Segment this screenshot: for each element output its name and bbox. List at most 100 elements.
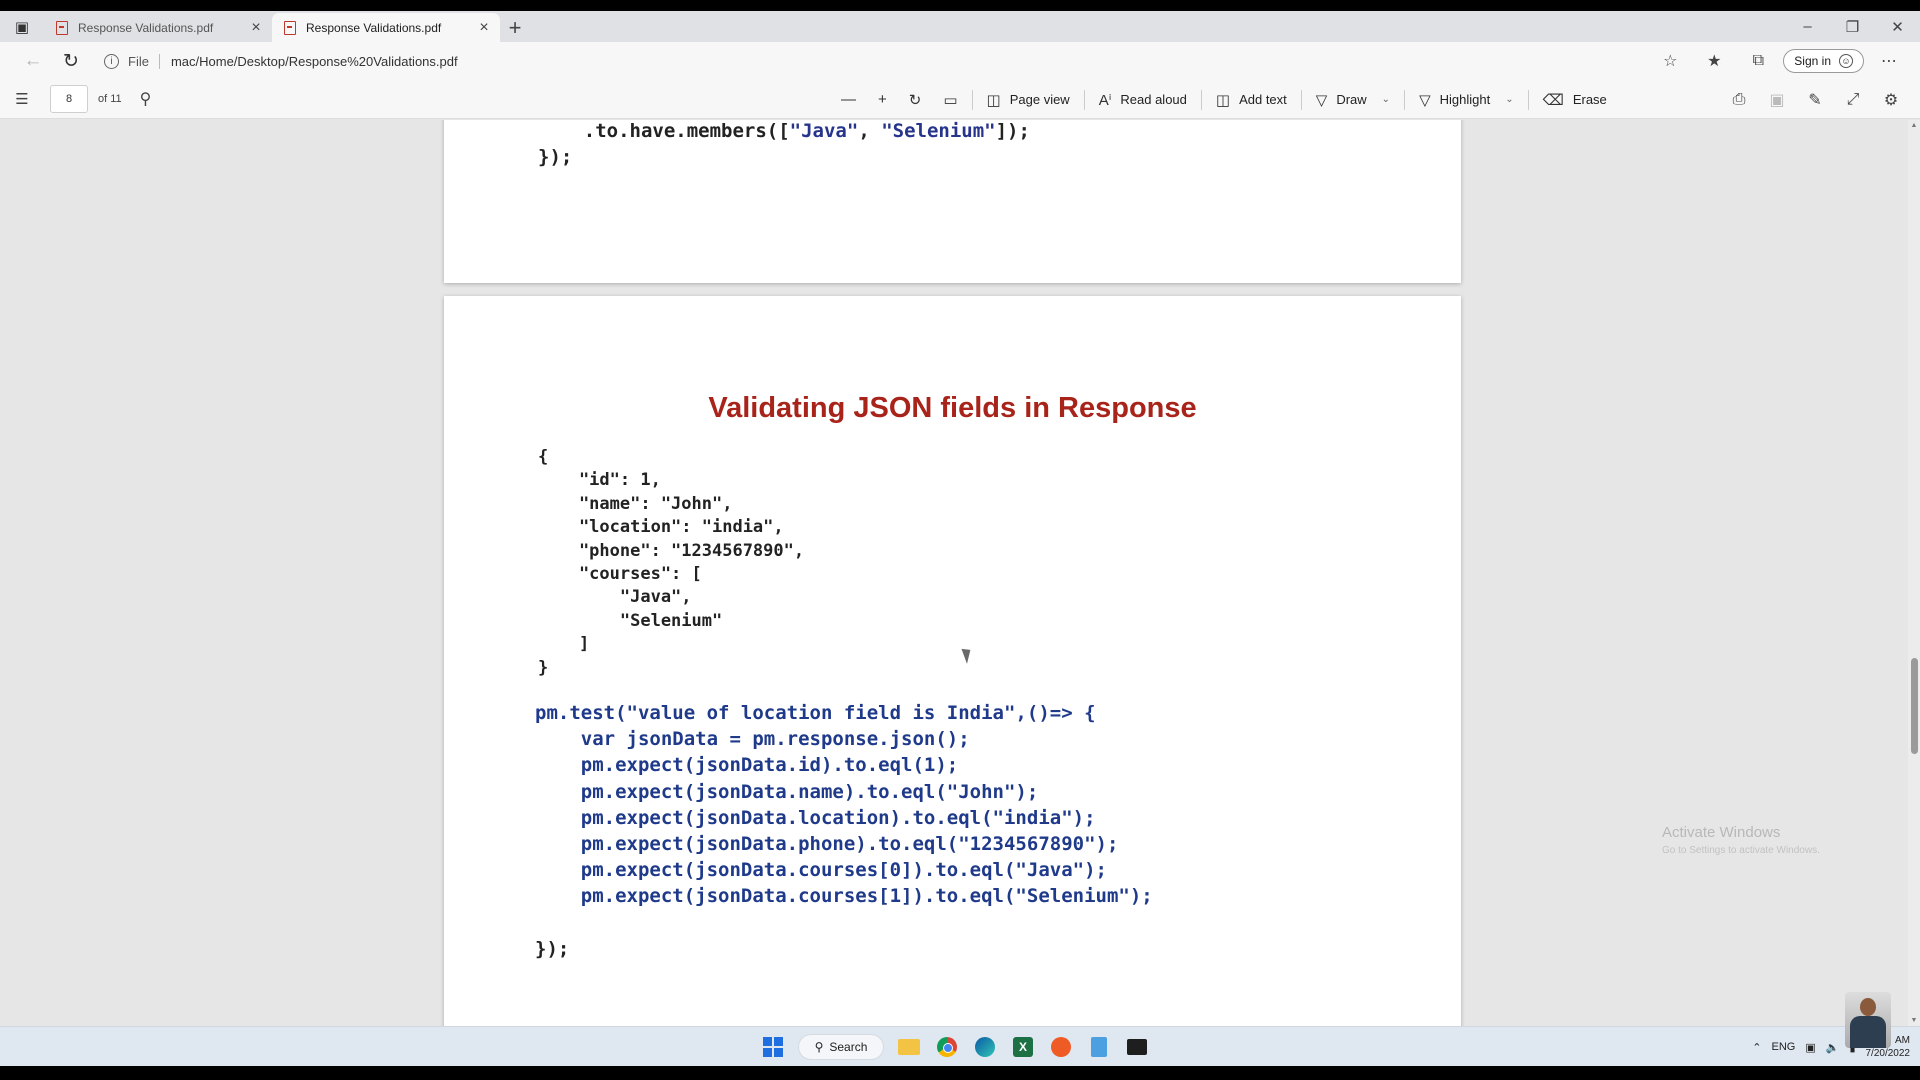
refresh-icon[interactable]: ↻ <box>52 46 90 76</box>
code-line: }); <box>538 146 573 168</box>
new-tab-icon[interactable]: + <box>500 13 530 42</box>
network-icon[interactable]: ▣ <box>1805 1041 1815 1054</box>
volume-icon[interactable]: 🔈 <box>1826 1041 1840 1054</box>
terminal-icon <box>1127 1039 1147 1055</box>
read-aloud-icon: Aⁱ <box>1098 91 1112 109</box>
add-text-button[interactable]: ◫ Add text <box>1205 80 1298 119</box>
page-number-input[interactable]: 8 <box>50 85 88 113</box>
json-line: "phone": "1234567890", <box>538 540 805 561</box>
test-line: pm.expect(jsonData.courses[1]).to.eql("S… <box>535 885 1153 908</box>
scroll-down-icon[interactable]: ▼ <box>1908 1017 1920 1024</box>
zoom-out-button[interactable]: — <box>830 80 867 119</box>
more-menu-icon[interactable]: ⋯ <box>1870 51 1908 71</box>
close-window-icon[interactable]: ✕ <box>1875 18 1920 36</box>
start-button[interactable] <box>760 1034 786 1060</box>
favorites-icon[interactable]: ★ <box>1695 51 1733 71</box>
info-icon[interactable]: i <box>104 53 119 69</box>
file-explorer-button[interactable] <box>896 1034 922 1060</box>
tab-pdf-2[interactable]: Response Validations.pdf × <box>272 13 500 42</box>
erase-button[interactable]: ⌫ Erase <box>1532 80 1618 119</box>
back-icon[interactable]: ← <box>14 46 52 76</box>
close-tab-icon[interactable]: × <box>248 19 264 37</box>
chevron-down-icon[interactable]: ⌄ <box>1505 94 1513 105</box>
tab-label: Response Validations.pdf <box>306 20 442 35</box>
read-aloud-button[interactable]: Aⁱ Read aloud <box>1088 80 1198 119</box>
fit-page-button[interactable]: ▭ <box>932 80 968 119</box>
page-view-button[interactable]: ◫ Page view <box>976 80 1081 119</box>
profile-icon: ☺ <box>1839 54 1853 68</box>
scrollbar-thumb[interactable] <box>1911 658 1918 754</box>
minimize-icon[interactable]: – <box>1785 18 1830 35</box>
save-icon[interactable]: ▣ <box>1758 90 1796 110</box>
save-as-icon[interactable]: ✎ <box>1796 90 1834 110</box>
fullscreen-icon[interactable]: ⤢ <box>1834 91 1872 109</box>
sign-in-button[interactable]: Sign in ☺ <box>1783 49 1864 73</box>
json-line: "courses": [ <box>538 564 702 585</box>
bottom-letterbox <box>0 1066 1920 1080</box>
test-line: pm.expect(jsonData.location).to.eql("ind… <box>535 806 1096 829</box>
settings-icon[interactable]: ⚙ <box>1872 90 1910 110</box>
vertical-scrollbar[interactable]: ▲ ▼ <box>1908 120 1920 1026</box>
edge-button[interactable] <box>972 1034 998 1060</box>
table-of-contents-icon[interactable]: ☰ <box>0 90 44 108</box>
file-chip: File <box>128 53 160 69</box>
json-code-block: { "id": 1, "name": "John", "location": "… <box>538 446 804 680</box>
clock-time: AM <box>1895 1035 1910 1046</box>
restore-icon[interactable]: ❐ <box>1830 18 1875 36</box>
highlight-icon: ▽ <box>1419 91 1431 109</box>
json-line: ] <box>538 634 590 655</box>
postman-button[interactable] <box>1048 1034 1074 1060</box>
rotate-button[interactable]: ↻ <box>898 80 933 119</box>
test-line: pm.expect(jsonData.name).to.eql("John"); <box>535 780 1039 803</box>
page-view-icon: ◫ <box>986 91 1001 109</box>
language-indicator[interactable]: ENG <box>1771 1041 1795 1053</box>
add-favorite-icon[interactable]: ☆ <box>1651 51 1689 71</box>
terminal-button[interactable] <box>1124 1034 1150 1060</box>
divider <box>1527 89 1529 110</box>
draw-button[interactable]: ▽ Draw ⌄ <box>1305 80 1401 119</box>
windows-logo-icon <box>763 1037 783 1057</box>
scroll-up-icon[interactable]: ▲ <box>1908 122 1920 129</box>
pdf-toolbar: ☰ 8 of 11 ⚲ — + ↻ ▭ ◫ Page view Aⁱ Read … <box>0 80 1920 119</box>
test-line: }); <box>535 937 570 960</box>
draw-icon: ▽ <box>1315 91 1328 109</box>
highlight-button[interactable]: ▽ Highlight ⌄ <box>1408 80 1525 119</box>
erase-label: Erase <box>1572 92 1607 107</box>
pdf-document-area[interactable]: .to.have.members(["Java", "Selenium"]); … <box>0 120 1920 1026</box>
divider <box>1404 89 1406 110</box>
url-field[interactable]: i File mac/Home/Desktop/Response%20Valid… <box>104 53 1604 69</box>
watermark-subtitle: Go to Settings to activate Windows. <box>1662 845 1820 856</box>
webcam-person-body <box>1850 1016 1886 1048</box>
excel-button[interactable]: X <box>1010 1034 1036 1060</box>
test-line: pm.expect(jsonData.phone).to.eql("123456… <box>535 833 1119 856</box>
pdf-page-previous: .to.have.members(["Java", "Selenium"]); … <box>444 120 1461 283</box>
chrome-button[interactable] <box>934 1034 960 1060</box>
json-line: "id": 1, <box>538 470 661 491</box>
search-icon[interactable]: ⚲ <box>140 89 152 109</box>
taskbar-apps: ⚲ Search X <box>760 1027 1150 1067</box>
chevron-down-icon[interactable]: ⌄ <box>1382 94 1390 105</box>
close-tab-icon[interactable]: × <box>476 19 492 37</box>
test-code-block: pm.test("value of location field is Indi… <box>535 700 1153 962</box>
tab-pdf-1[interactable]: Response Validations.pdf × <box>44 13 272 42</box>
fit-page-icon: ▭ <box>943 91 958 109</box>
test-line: pm.expect(jsonData.courses[0]).to.eql("J… <box>535 859 1107 882</box>
tray-overflow-icon[interactable]: ⌃ <box>1752 1041 1761 1054</box>
sign-in-label: Sign in <box>1794 54 1831 68</box>
print-icon[interactable]: ⎙ <box>1720 91 1758 109</box>
watermark-title: Activate Windows <box>1662 824 1781 841</box>
edge-icon <box>975 1037 995 1057</box>
url-text[interactable]: mac/Home/Desktop/Response%20Validations.… <box>171 54 458 69</box>
notepad-button[interactable] <box>1086 1034 1112 1060</box>
folder-icon <box>898 1039 920 1055</box>
test-line: pm.test("value of location field is Indi… <box>535 702 1096 724</box>
add-text-label: Add text <box>1239 92 1287 107</box>
plus-icon: + <box>878 91 887 108</box>
highlight-label: Highlight <box>1439 92 1491 107</box>
collections-icon[interactable]: ⧉ <box>1739 52 1777 70</box>
tab-label: Response Validations.pdf <box>78 20 214 35</box>
divider <box>1200 89 1202 110</box>
zoom-in-button[interactable]: + <box>867 80 898 119</box>
taskbar-search[interactable]: ⚲ Search <box>798 1034 884 1060</box>
tab-actions-icon[interactable]: ▣ <box>0 11 44 42</box>
